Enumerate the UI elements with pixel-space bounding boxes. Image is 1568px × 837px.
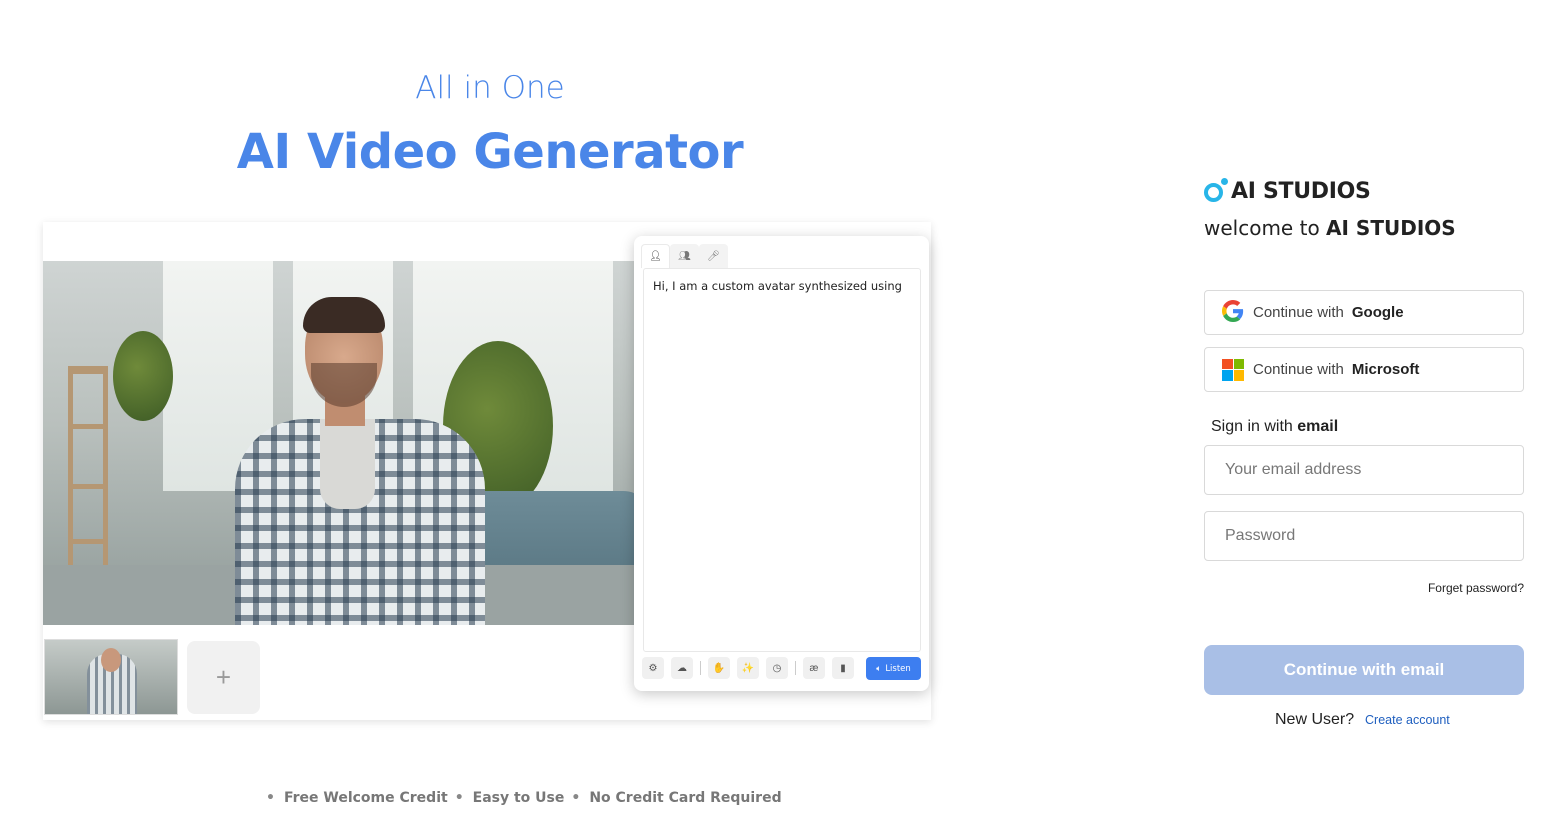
people-tab-icon[interactable]: 👥︎ bbox=[670, 244, 699, 268]
feature-item: No Credit Card Required bbox=[589, 790, 782, 806]
listen-label: Listen bbox=[885, 663, 911, 674]
forget-password-link[interactable]: Forget password? bbox=[1428, 581, 1524, 595]
avatar-video-scene bbox=[43, 261, 634, 625]
google-button-brand: Google bbox=[1351, 304, 1404, 321]
email-field[interactable] bbox=[1204, 445, 1524, 495]
ae-icon[interactable]: æ bbox=[803, 657, 825, 679]
microsoft-button-prefix: Continue with bbox=[1253, 361, 1344, 378]
microsoft-button-brand: Microsoft bbox=[1351, 361, 1420, 378]
new-user-label: New User? bbox=[1275, 711, 1355, 728]
welcome-heading: welcome to AI STUDIOS bbox=[1204, 216, 1456, 240]
welcome-prefix: welcome to bbox=[1204, 216, 1320, 240]
feature-item: Free Welcome Credit bbox=[283, 790, 448, 806]
logo-icon bbox=[1204, 178, 1228, 204]
continue-with-microsoft-button[interactable]: Continue with Microsoft bbox=[1204, 347, 1524, 392]
create-account-link[interactable]: Create account bbox=[1365, 713, 1450, 727]
bookshelf bbox=[68, 366, 108, 586]
hero-title: AI Video Generator bbox=[236, 124, 744, 180]
add-scene-button[interactable]: + bbox=[187, 641, 260, 714]
pause-icon[interactable]: ▮ bbox=[832, 657, 854, 679]
continue-with-email-button[interactable]: Continue with email bbox=[1204, 645, 1524, 695]
clock-icon[interactable]: ◷ bbox=[766, 657, 788, 679]
scene-thumbnail[interactable] bbox=[44, 639, 178, 715]
signin-emphasis: email bbox=[1297, 418, 1339, 435]
feature-list: • Free Welcome Credit • Easy to Use • No… bbox=[266, 790, 789, 806]
welcome-brand: AI STUDIOS bbox=[1326, 216, 1456, 240]
feature-item: Easy to Use bbox=[472, 790, 565, 806]
mic-tab-icon[interactable]: 🎤︎ bbox=[699, 244, 728, 268]
magic-icon[interactable]: ✨ bbox=[737, 657, 759, 679]
listen-button[interactable]: 🔈︎ Listen bbox=[866, 657, 921, 680]
signin-prefix: Sign in with bbox=[1211, 418, 1293, 435]
speaker-icon: 🔈︎ bbox=[876, 663, 882, 674]
script-text[interactable]: Hi, I am a custom avatar synthesized usi… bbox=[643, 268, 921, 652]
signin-email-label: Sign in with email bbox=[1211, 418, 1338, 436]
bullet-icon: • bbox=[454, 790, 464, 806]
bullet-icon: • bbox=[571, 790, 581, 806]
script-toolbar: ⚙ ☁ ✋ ✨ ◷ æ ▮ bbox=[642, 657, 861, 679]
avatar-tab-icon[interactable]: 👤︎ bbox=[641, 244, 670, 268]
panel-tabs: 👤︎ 👥︎ 🎤︎ bbox=[641, 244, 728, 268]
google-button-prefix: Continue with bbox=[1253, 304, 1344, 321]
logo-text: AI STUDIOS bbox=[1231, 178, 1371, 204]
continue-with-google-button[interactable]: Continue with Google bbox=[1204, 290, 1524, 335]
avatar-presenter bbox=[225, 297, 495, 625]
microsoft-icon bbox=[1222, 358, 1244, 381]
google-icon bbox=[1222, 299, 1244, 326]
bullet-icon: • bbox=[266, 790, 275, 806]
script-panel: 👤︎ 👥︎ 🎤︎ Hi, I am a custom avatar synthe… bbox=[634, 236, 929, 691]
ai-studios-logo: AI STUDIOS bbox=[1204, 178, 1371, 204]
cloud-icon[interactable]: ☁ bbox=[671, 657, 693, 679]
password-field[interactable] bbox=[1204, 511, 1524, 561]
hero-subtitle: All in One bbox=[415, 70, 565, 106]
gesture-icon[interactable]: ✋ bbox=[708, 657, 730, 679]
settings-icon[interactable]: ⚙ bbox=[642, 657, 664, 679]
page: All in One AI Video Generator + 👤︎ 👥︎ 🎤︎… bbox=[0, 0, 1568, 837]
